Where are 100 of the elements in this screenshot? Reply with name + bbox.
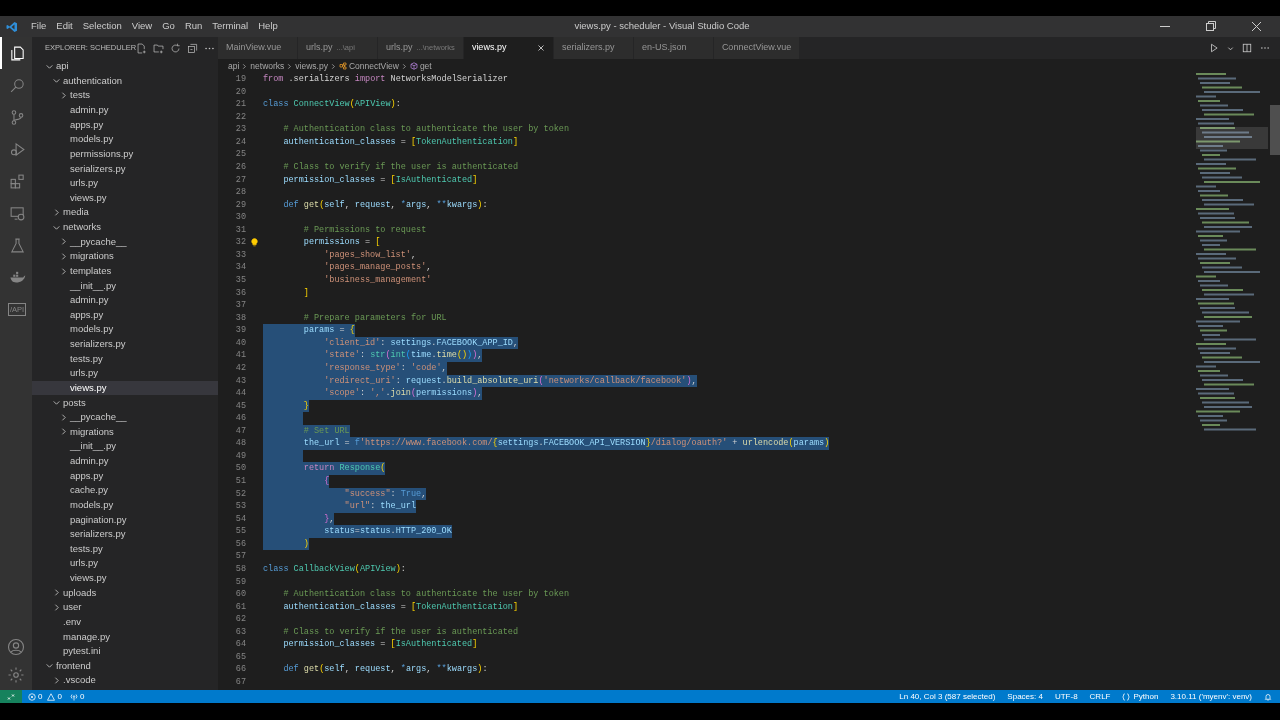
line-ending[interactable]: CRLF [1089,690,1111,703]
run-icon[interactable] [1209,43,1219,53]
tree-item[interactable]: pytest.ini [32,644,218,659]
refresh-icon[interactable] [170,42,182,54]
line-number: 49 [234,449,246,463]
line-number: 26 [234,160,246,174]
line-number: 62 [234,613,246,626]
tree-item[interactable]: pagination.py [32,512,218,527]
breadcrumb-item[interactable]: views.py [295,59,328,73]
chevron-down-icon[interactable] [1227,44,1234,52]
code-line: class CallbackView(APIView): [263,562,406,576]
tree-item[interactable]: __pycache__ [32,234,218,250]
tree-item[interactable]: views.py [32,380,218,396]
line-number: 47 [234,424,246,438]
account-icon[interactable] [7,638,25,656]
scrollbar-thumb[interactable] [1270,105,1280,155]
breadcrumb-item[interactable]: ConnectView [338,59,399,73]
line-number: 39 [234,324,246,337]
tree-item[interactable]: admin.py [32,102,218,118]
tree-item[interactable]: apps.py [32,307,218,323]
menu-item[interactable]: Edit [51,19,78,34]
tree-item[interactable]: posts [32,395,218,410]
tree-item[interactable]: frontend [32,658,218,674]
ports-button[interactable]: 0 [69,690,85,703]
menu-item[interactable]: Go [157,19,180,34]
close-icon[interactable] [536,44,545,52]
breadcrumb-item[interactable]: networks [250,59,285,73]
tree-item[interactable]: admin.py [32,453,218,469]
tree-item[interactable]: models.py [32,497,218,513]
tree-item[interactable]: apps.py [32,117,218,133]
tree-item[interactable]: __init__.py [32,278,218,293]
tree-item[interactable]: tests.py [32,541,218,557]
tree-item[interactable]: api [32,59,218,74]
line-number: 41 [234,349,246,362]
language-mode[interactable]: Python [1122,690,1159,703]
collapse-all-icon[interactable] [187,42,199,54]
menu-item[interactable]: View [126,19,158,34]
tree-item[interactable]: urls.py [32,366,218,381]
tree-item[interactable]: views.py [32,570,218,586]
menu-item[interactable]: Terminal [207,19,254,34]
tree-item[interactable]: migrations [32,424,218,440]
tree-item[interactable]: migrations [32,249,218,264]
editor-tab[interactable]: views.py [463,37,554,59]
tree-item[interactable]: __init__.py [32,439,218,454]
line-number: 44 [234,387,246,400]
encoding[interactable]: UTF-8 [1054,690,1078,703]
tree-item[interactable]: authentication [32,73,218,89]
problems-button[interactable]: 0 0 [28,690,62,703]
tree-item[interactable]: urls.py [32,556,218,571]
split-editor-icon[interactable] [1242,43,1252,53]
python-interpreter[interactable]: 3.10.11 ('myenv': venv) [1170,690,1252,703]
tree-item[interactable]: tests [32,88,218,103]
line-number: 20 [234,85,246,99]
tree-item[interactable]: views.py [32,190,218,206]
line-number: 52 [234,487,246,501]
line-number: 56 [234,537,246,551]
tree-item[interactable]: models.py [32,132,218,147]
line-number: 53 [234,500,246,513]
tree-item[interactable]: apps.py [32,468,218,484]
tree-item[interactable]: .env [32,614,218,630]
code-line: 'pages_manage_posts', [323,261,432,274]
editor-tab[interactable]: ConnectView.vue [713,37,801,59]
line-number: 51 [234,475,246,488]
indentation[interactable]: Spaces: 4 [1007,690,1043,703]
menu-item[interactable]: Selection [77,19,127,34]
cursor-position[interactable]: Ln 40, Col 3 (587 selected) [899,690,996,703]
tree-item[interactable]: manage.py [32,629,218,644]
code-line: 'pages_show_list', [323,248,417,262]
tree-item[interactable]: models.py [32,322,218,337]
tree-item[interactable]: uploads [32,585,218,601]
tree-item[interactable]: networks [32,219,218,235]
breadcrumb-item[interactable]: get [409,59,432,73]
editor-tab[interactable]: MainView.vue [218,37,298,59]
menu-item[interactable]: File [26,19,52,34]
tree-item[interactable]: urls.py [32,176,218,191]
editor-tab[interactable]: en-US.json [633,37,714,59]
tree-item[interactable]: media [32,205,218,220]
tree-item[interactable]: tests.py [32,351,218,367]
tree-item[interactable]: permissions.py [32,146,218,162]
tree-item[interactable]: templates [32,263,218,279]
line-number: 55 [234,525,246,538]
line-number: 42 [234,361,246,375]
tree-item[interactable]: serializers.py [32,161,218,176]
tree-item[interactable]: admin.py [32,293,218,308]
tree-item[interactable]: user [32,600,218,615]
tree-item[interactable]: serializers.py [32,527,218,542]
tree-item[interactable]: serializers.py [32,336,218,352]
menu-item[interactable]: Help [253,19,283,34]
editor-tab[interactable]: serializers.py [553,37,634,59]
line-number: 66 [234,663,246,676]
menu-item[interactable]: Run [179,19,208,34]
line-number: 36 [234,286,246,300]
tree-item[interactable]: cache.py [32,483,218,498]
notifications-icon[interactable] [1264,692,1272,701]
tree-item[interactable]: __pycache__ [32,410,218,425]
new-folder-icon[interactable] [153,42,165,54]
breadcrumb-item[interactable]: api [228,59,240,73]
tree-item[interactable]: .vscode [32,673,218,688]
settings-icon[interactable] [7,666,25,684]
new-file-icon[interactable] [136,42,148,54]
